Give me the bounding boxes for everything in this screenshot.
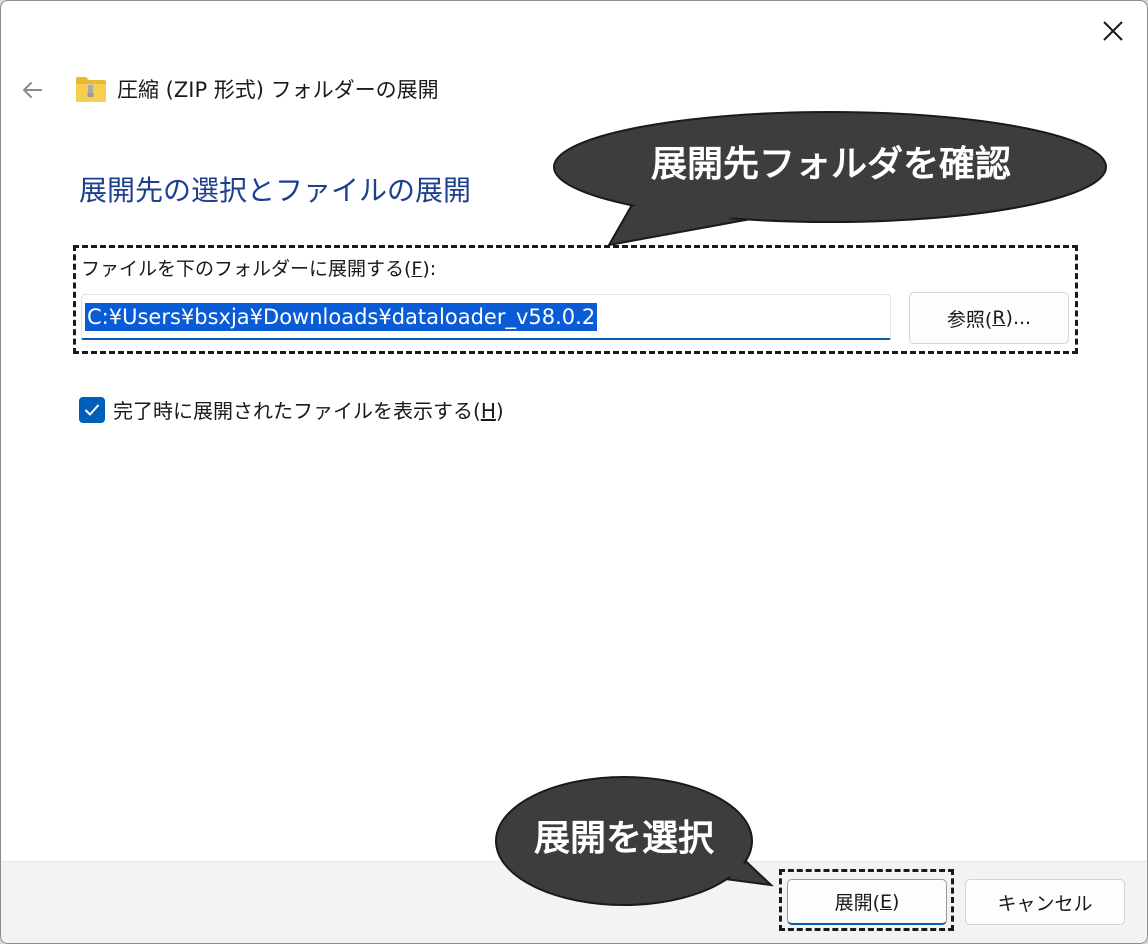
browse-button[interactable]: 参照(R)... [909, 292, 1069, 344]
callout-extract-text: 展開を選択 [533, 818, 714, 859]
window-title: 圧縮 (ZIP 形式) フォルダーの展開 [117, 78, 439, 102]
back-arrow-icon [23, 82, 42, 98]
callout-folder-text: 展開先フォルダを確認 [650, 144, 1011, 185]
show-files-checkbox[interactable] [79, 397, 105, 423]
back-button[interactable] [13, 71, 51, 109]
destination-path-value: C:¥Users¥bsxja¥Downloads¥dataloader_v58.… [85, 302, 598, 331]
page-heading: 展開先の選択とファイルの展開 [79, 174, 472, 207]
destination-path-input[interactable]: C:¥Users¥bsxja¥Downloads¥dataloader_v58.… [81, 294, 891, 340]
zip-folder-icon [76, 77, 106, 102]
extract-button[interactable]: 展開(E) [787, 879, 947, 925]
close-icon [1103, 21, 1123, 41]
extract-dialog: 圧縮 (ZIP 形式) フォルダーの展開 展開先の選択とファイルの展開 ファイル… [0, 0, 1148, 944]
checkmark-icon [85, 404, 99, 416]
close-button[interactable] [1089, 9, 1137, 53]
cancel-button[interactable]: キャンセル [965, 879, 1125, 925]
show-files-label[interactable]: 完了時に展開されたファイルを表示する(H) [113, 397, 504, 425]
destination-label: ファイルを下のフォルダーに展開する(F): [81, 258, 437, 280]
